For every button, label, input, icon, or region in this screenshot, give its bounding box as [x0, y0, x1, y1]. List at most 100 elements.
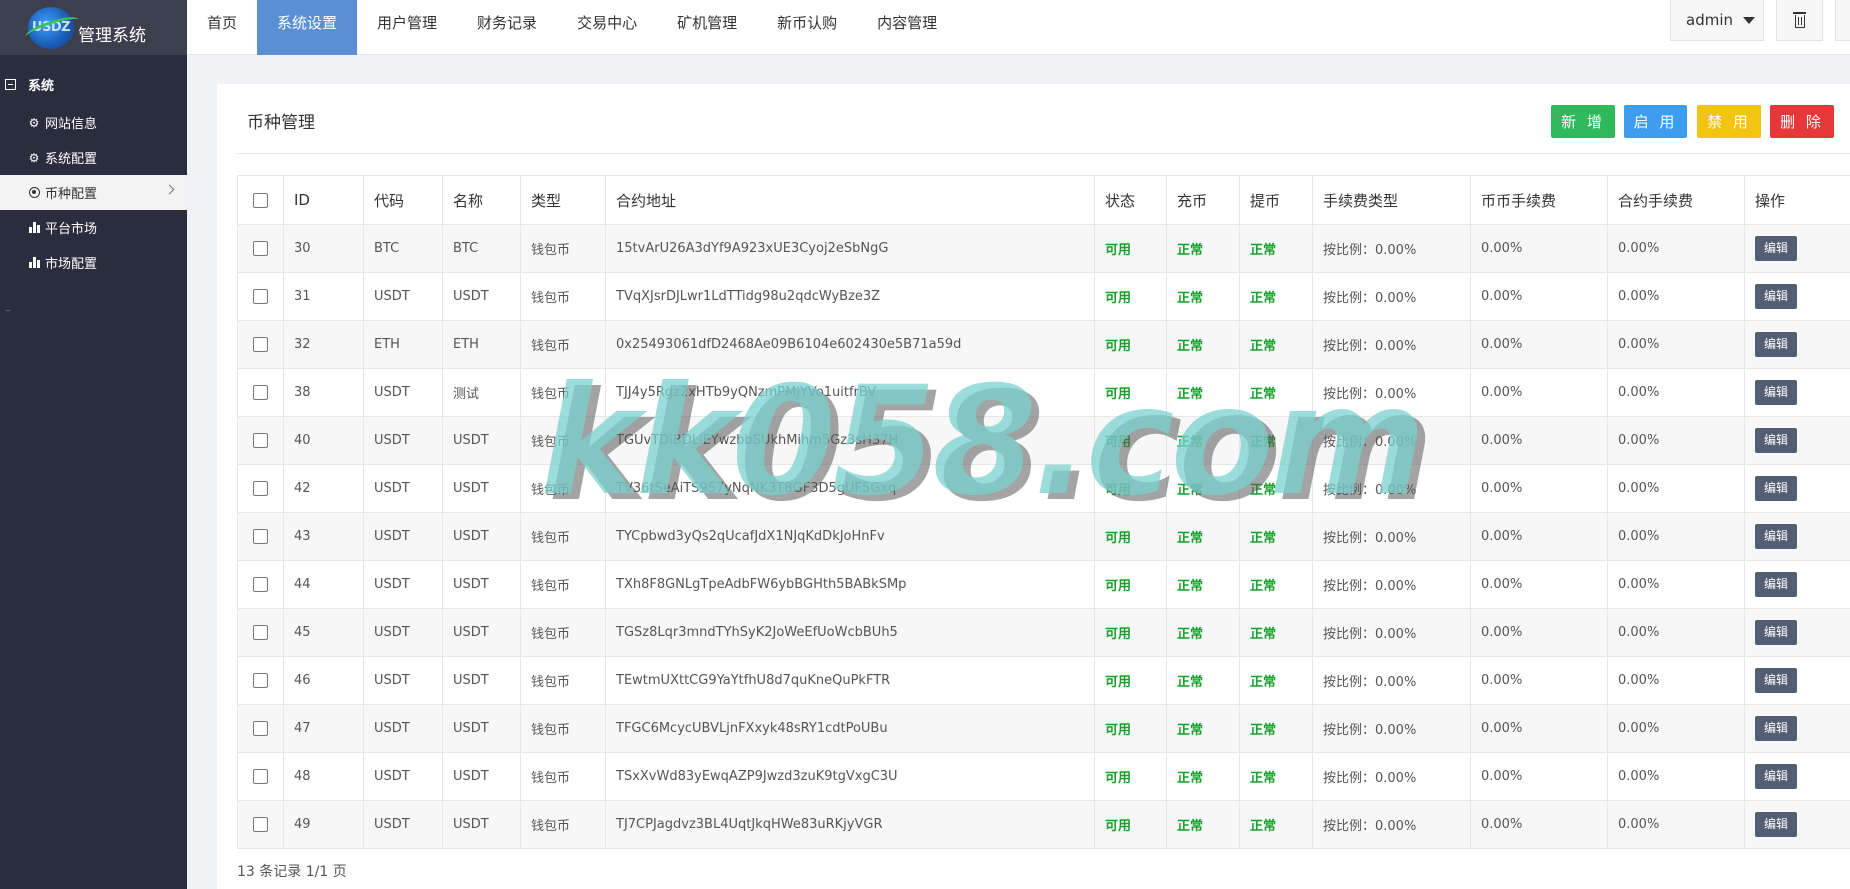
- edit-button[interactable]: 编辑: [1755, 236, 1797, 261]
- cell-type: 钱包币: [520, 752, 606, 801]
- edit-button[interactable]: 编辑: [1755, 716, 1797, 741]
- sidebar-item-system-config[interactable]: ⚙ 系统配置: [0, 140, 187, 175]
- sidebar: USDZ 管理系统 系统 ⚙ 网站信息 ⚙ 系统配置 币种配置 平台市场 市场配…: [0, 0, 187, 889]
- cell-contract-fee: 0.00%: [1607, 512, 1745, 561]
- row-checkbox[interactable]: [253, 433, 268, 448]
- nav-new-coin-subscription[interactable]: 新币认购: [757, 0, 857, 55]
- row-checkbox[interactable]: [253, 241, 268, 256]
- more-button[interactable]: [1835, 0, 1850, 41]
- cell-withdraw: 正常: [1239, 320, 1313, 369]
- cell-code: USDT: [363, 704, 443, 753]
- add-button[interactable]: 新 增: [1551, 105, 1615, 138]
- cell-id: 49: [283, 800, 364, 849]
- cell-spot-fee: 0.00%: [1470, 560, 1608, 609]
- cell-withdraw: 正常: [1239, 272, 1313, 321]
- nav-finance-records[interactable]: 财务记录: [457, 0, 557, 55]
- select-all-checkbox[interactable]: [253, 193, 268, 208]
- row-checkbox[interactable]: [253, 721, 268, 736]
- cell-contract-fee: 0.00%: [1607, 224, 1745, 273]
- sidebar-item-site-info[interactable]: ⚙ 网站信息: [0, 105, 187, 140]
- cell-action: 编辑: [1744, 464, 1850, 513]
- cell-type: 钱包币: [520, 464, 606, 513]
- edit-button[interactable]: 编辑: [1755, 524, 1797, 549]
- delete-button[interactable]: 删 除: [1770, 105, 1834, 138]
- edit-button[interactable]: 编辑: [1755, 572, 1797, 597]
- logo-text: USDZ: [31, 20, 71, 35]
- edit-button[interactable]: 编辑: [1755, 620, 1797, 645]
- row-checkbox[interactable]: [253, 529, 268, 544]
- cell-address: 15tvArU26A3dYf9A923xUE3Cyoj2eSbNgG: [605, 224, 1095, 273]
- row-checkbox[interactable]: [253, 625, 268, 640]
- row-checkbox[interactable]: [253, 817, 268, 832]
- cell-name: BTC: [442, 224, 521, 273]
- nav-trading-center[interactable]: 交易中心: [557, 0, 657, 55]
- edit-button[interactable]: 编辑: [1755, 476, 1797, 501]
- row-checkbox[interactable]: [253, 289, 268, 304]
- cell-id: 40: [283, 416, 364, 465]
- enable-button[interactable]: 启 用: [1624, 105, 1687, 138]
- cell-spot-fee: 0.00%: [1470, 464, 1608, 513]
- cell-deposit: 正常: [1166, 704, 1240, 753]
- cell-contract-fee: 0.00%: [1607, 704, 1745, 753]
- cell-spot-fee: 0.00%: [1470, 656, 1608, 705]
- edit-button[interactable]: 编辑: [1755, 380, 1797, 405]
- nav-user-management[interactable]: 用户管理: [357, 0, 457, 55]
- sidebar-item-coin-config[interactable]: 币种配置: [0, 175, 187, 210]
- nav-system-settings[interactable]: 系统设置: [257, 0, 358, 55]
- cell-fee-type: 按比例：0.00%: [1312, 560, 1471, 609]
- cell-action: 编辑: [1744, 608, 1850, 657]
- edit-button[interactable]: 编辑: [1755, 668, 1797, 693]
- cell-code: USDT: [363, 608, 443, 657]
- cell-code: USDT: [363, 416, 443, 465]
- cell-name: 测试: [442, 368, 521, 417]
- row-checkbox[interactable]: [253, 577, 268, 592]
- edit-button[interactable]: 编辑: [1755, 812, 1797, 837]
- clear-cache-button[interactable]: [1776, 0, 1823, 41]
- cell-type: 钱包币: [520, 656, 606, 705]
- cell-address: TEwtmUXttCG9YaYtfhU8d7quKneQuPkFTR: [605, 656, 1095, 705]
- row-select-cell: [237, 272, 284, 321]
- cell-deposit: 正常: [1166, 464, 1240, 513]
- sidebar-item-platform-market[interactable]: 平台市场: [0, 210, 187, 245]
- edit-button[interactable]: 编辑: [1755, 284, 1797, 309]
- col-header-action: 操作: [1744, 175, 1850, 225]
- row-select-cell: [237, 800, 284, 849]
- row-checkbox[interactable]: [253, 673, 268, 688]
- edit-button[interactable]: 编辑: [1755, 332, 1797, 357]
- nav-home[interactable]: 首页: [187, 0, 257, 55]
- col-header-code: 代码: [363, 175, 443, 225]
- row-checkbox[interactable]: [253, 769, 268, 784]
- row-checkbox[interactable]: [253, 481, 268, 496]
- circle-dot-icon: [28, 187, 40, 199]
- row-select-cell: [237, 224, 284, 273]
- bar-chart-icon: [28, 257, 40, 269]
- cell-id: 30: [283, 224, 364, 273]
- cell-contract-fee: 0.00%: [1607, 416, 1745, 465]
- disable-button[interactable]: 禁 用: [1697, 105, 1761, 138]
- cell-fee-type: 按比例：0.00%: [1312, 704, 1471, 753]
- cell-address: 0x25493061dfD2468Ae09B6104e602430e5B71a5…: [605, 320, 1095, 369]
- cell-id: 48: [283, 752, 364, 801]
- cell-spot-fee: 0.00%: [1470, 704, 1608, 753]
- edit-button[interactable]: 编辑: [1755, 764, 1797, 789]
- cell-spot-fee: 0.00%: [1470, 416, 1608, 465]
- edit-button[interactable]: 编辑: [1755, 428, 1797, 453]
- user-menu-button[interactable]: admin: [1670, 0, 1764, 41]
- row-checkbox[interactable]: [253, 385, 268, 400]
- col-header-id[interactable]: ID: [283, 175, 364, 225]
- cell-action: 编辑: [1744, 656, 1850, 705]
- menu-group-system[interactable]: 系统: [0, 73, 187, 95]
- cell-deposit: 正常: [1166, 800, 1240, 849]
- cell-name: USDT: [442, 704, 521, 753]
- cell-withdraw: 正常: [1239, 512, 1313, 561]
- nav-miner-management[interactable]: 矿机管理: [657, 0, 757, 55]
- cell-action: 编辑: [1744, 560, 1850, 609]
- cell-address: TJ7CPJagdvz3BL4UqtJkqHWe83uRKjyVGR: [605, 800, 1095, 849]
- sidebar-item-market-config[interactable]: 市场配置: [0, 245, 187, 280]
- cell-deposit: 正常: [1166, 416, 1240, 465]
- cell-type: 钱包币: [520, 800, 606, 849]
- table-row: 40 USDT USDT 钱包币 TGUvTDiBDLiEYwzbbSUkhMihm5G…: [237, 416, 1850, 465]
- table-body: 30 BTC BTC 钱包币 15tvArU26A3dYf9A923xUE3Cyoj2e…: [237, 224, 1850, 849]
- nav-content-management[interactable]: 内容管理: [857, 0, 957, 55]
- row-checkbox[interactable]: [253, 337, 268, 352]
